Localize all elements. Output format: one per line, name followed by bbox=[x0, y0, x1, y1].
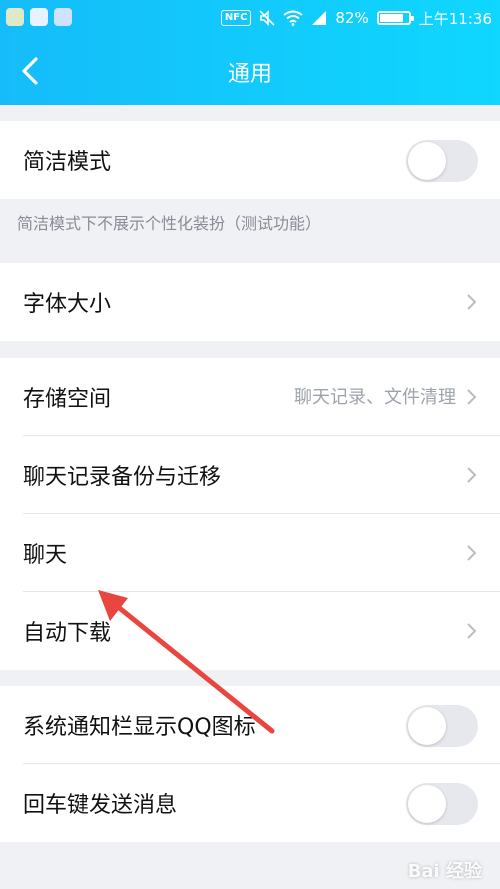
nav-bar: 通用 bbox=[0, 36, 500, 105]
battery-icon bbox=[376, 11, 414, 25]
font-size-label: 字体大小 bbox=[23, 292, 112, 317]
status-indicators: NFC 82% 上午11:36 bbox=[220, 8, 492, 28]
wifi-icon bbox=[283, 10, 304, 26]
chat-row[interactable]: 聊天 bbox=[0, 514, 500, 592]
chevron-right-icon bbox=[467, 294, 477, 310]
notif-icon-toggle[interactable] bbox=[406, 705, 478, 747]
header: NFC 82% 上午11:36 通用 bbox=[0, 0, 500, 105]
storage-group: 存储空间 聊天记录、文件清理 聊天记录备份与迁移 聊天 自动下载 bbox=[0, 358, 500, 670]
notif-icon-label: 系统通知栏显示QQ图标 bbox=[23, 715, 256, 740]
chevron-right-icon bbox=[467, 623, 477, 639]
storage-value: 聊天记录、文件清理 bbox=[294, 387, 456, 408]
enter-send-label: 回车键发送消息 bbox=[23, 793, 178, 818]
status-bar: NFC 82% 上午11:36 bbox=[0, 0, 500, 36]
enter-send-row: 回车键发送消息 bbox=[0, 764, 500, 842]
gallery-icon bbox=[54, 8, 72, 26]
toggle-knob bbox=[408, 785, 446, 823]
message-settings-group: 系统通知栏显示QQ图标 回车键发送消息 bbox=[0, 686, 500, 842]
concise-mode-toggle[interactable] bbox=[406, 140, 478, 182]
toggle-knob bbox=[408, 142, 446, 180]
storage-label: 存储空间 bbox=[23, 387, 112, 412]
storage-row[interactable]: 存储空间 聊天记录、文件清理 bbox=[0, 358, 500, 436]
auto-download-row[interactable]: 自动下载 bbox=[0, 592, 500, 670]
concise-mode-group: 简洁模式 bbox=[0, 121, 500, 199]
nfc-icon: NFC bbox=[220, 10, 252, 26]
mute-icon bbox=[259, 10, 275, 26]
concise-mode-hint: 简洁模式下不展示个性化装扮（测试功能） bbox=[17, 214, 322, 233]
toggle-knob bbox=[408, 707, 446, 745]
chat-label: 聊天 bbox=[23, 543, 68, 568]
auto-download-label: 自动下载 bbox=[23, 621, 112, 646]
enter-send-toggle[interactable] bbox=[406, 783, 478, 825]
chat-backup-row[interactable]: 聊天记录备份与迁移 bbox=[0, 436, 500, 514]
clock: 上午11:36 bbox=[418, 9, 492, 28]
concise-mode-row: 简洁模式 bbox=[0, 121, 500, 199]
font-size-row[interactable]: 字体大小 bbox=[0, 263, 500, 341]
signal-icon bbox=[312, 11, 327, 25]
notification-icons bbox=[6, 8, 72, 26]
page-title: 通用 bbox=[227, 62, 272, 87]
chevron-right-icon bbox=[467, 545, 477, 561]
shield-app-icon bbox=[6, 8, 24, 26]
notif-icon-row: 系统通知栏显示QQ图标 bbox=[0, 686, 500, 764]
battery-percent: 82% bbox=[335, 9, 369, 27]
concise-mode-label: 简洁模式 bbox=[23, 150, 112, 175]
chat-backup-label: 聊天记录备份与迁移 bbox=[23, 465, 222, 490]
wechat-icon bbox=[30, 8, 48, 26]
chevron-right-icon bbox=[467, 389, 477, 405]
font-size-group: 字体大小 bbox=[0, 263, 500, 341]
chevron-right-icon bbox=[467, 467, 477, 483]
watermark: Bai 经验 bbox=[407, 861, 482, 882]
